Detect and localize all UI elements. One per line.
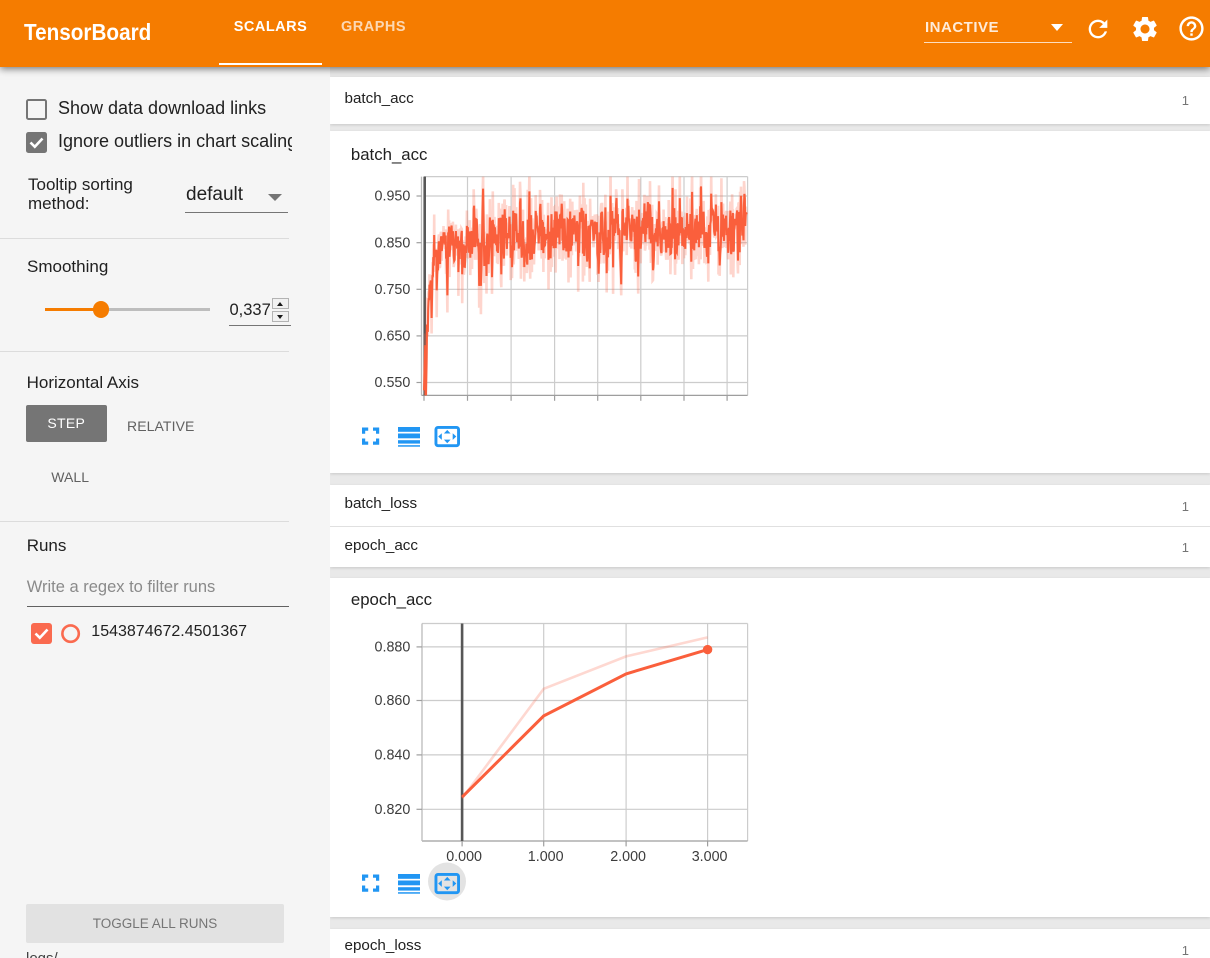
svg-text:0.860: 0.860 bbox=[375, 693, 411, 709]
svg-text:0.850: 0.850 bbox=[375, 235, 411, 251]
svg-text:0.840: 0.840 bbox=[375, 748, 411, 764]
svg-text:0.000: 0.000 bbox=[446, 849, 482, 865]
svg-text:0.880: 0.880 bbox=[375, 640, 411, 656]
svg-text:0.820: 0.820 bbox=[375, 802, 411, 818]
svg-text:0.950: 0.950 bbox=[375, 189, 411, 205]
svg-text:3.000: 3.000 bbox=[692, 849, 728, 865]
svg-text:2.000: 2.000 bbox=[610, 849, 646, 865]
svg-text:0.650: 0.650 bbox=[375, 329, 411, 345]
svg-text:1.000: 1.000 bbox=[528, 849, 564, 865]
svg-text:0.750: 0.750 bbox=[375, 282, 411, 298]
svg-text:0.550: 0.550 bbox=[375, 375, 411, 391]
